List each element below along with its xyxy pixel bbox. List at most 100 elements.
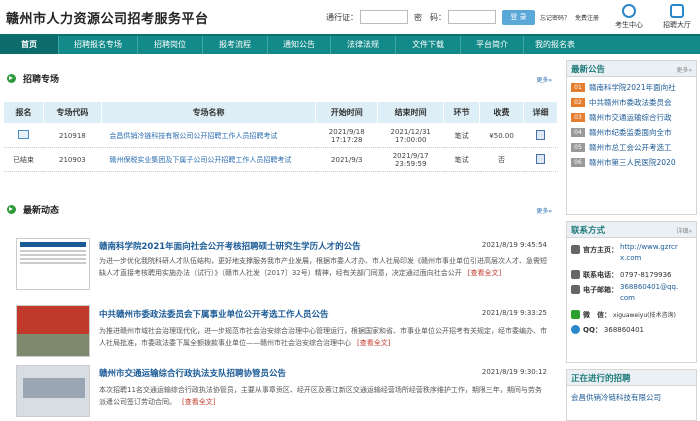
- edit-icon[interactable]: [17, 130, 29, 139]
- notice-text[interactable]: 赣州市第三人民医院2020: [589, 157, 676, 168]
- notice-text[interactable]: 赣州市纪委监委面向全市: [589, 127, 672, 138]
- register-link[interactable]: 免费注册: [575, 13, 599, 22]
- notice-item[interactable]: 05 赣州市总工会公开考选工: [567, 140, 696, 155]
- contact-wechat: 微 信： xiguaweiyu(技术咨询): [567, 307, 696, 322]
- nav-positions[interactable]: 招聘岗位: [138, 36, 202, 54]
- qq-label: QQ：: [583, 325, 602, 334]
- recruit-hall-label: 招聘大厅: [663, 21, 691, 29]
- home-icon: [571, 245, 580, 254]
- news-thumbnail[interactable]: [16, 365, 90, 417]
- nav-downloads[interactable]: 文件下载: [396, 36, 460, 54]
- phone-value: 0797-8179936: [620, 270, 672, 279]
- recruit-section-header: 招聘专场 更多»: [3, 68, 560, 88]
- end-cell: 2021/12/31 17:00:00: [377, 123, 444, 148]
- detail-cell: [523, 147, 558, 172]
- notice-text[interactable]: 赣南科学院2021年面向社: [589, 82, 676, 93]
- read-more-link[interactable]: [查看全文]: [357, 339, 390, 347]
- start-cell: 2021/9/18 17:17:28: [315, 123, 378, 148]
- pass-input[interactable]: [360, 10, 408, 24]
- code-cell: 210918: [43, 123, 102, 148]
- th-stage: 环节: [443, 101, 481, 124]
- phone-icon: [571, 270, 580, 279]
- notice-number: 06: [571, 158, 585, 167]
- notice-title: 最新公告: [571, 64, 606, 75]
- nav-home[interactable]: 首页: [0, 36, 58, 54]
- play-icon: [7, 204, 16, 214]
- news-section-title: 最新动态: [23, 205, 60, 216]
- wechat-icon: [571, 310, 580, 319]
- login-button[interactable]: 登 录: [502, 9, 535, 25]
- notice-header: 最新公告 更多»: [567, 61, 696, 77]
- contact-title: 联系方式: [571, 225, 606, 236]
- contact-box: 联系方式 详细» 官方主页： http://www.gzrcrx.com 联系电…: [566, 221, 697, 363]
- nav-notices[interactable]: 通知公告: [268, 36, 330, 54]
- site-link[interactable]: http://www.gzrcrx.com: [620, 242, 682, 264]
- news-desc-text: 本次招聘11名交通运输综合行政执法协管员，主要从事章贡区、经开区及蓉江新区交通运…: [99, 386, 542, 406]
- news-thumbnail[interactable]: [16, 305, 90, 357]
- recruit-name-link[interactable]: 赣州保税实业集团及下属子公司公开招聘工作人员招聘考试: [101, 147, 316, 172]
- news-desc: 为进一步优化我院科研人才队伍结构，更好地支撑服务我市产业发展，根据市委人才办、市…: [99, 255, 547, 279]
- read-more-link[interactable]: [查看全文]: [182, 398, 215, 406]
- document-icon[interactable]: [536, 129, 545, 140]
- table-row: 210918 会昌供销冷链科技有限公司公开招聘工作人员招聘考试 2021/9/1…: [3, 123, 558, 148]
- notice-number: 03: [571, 113, 585, 122]
- recruit-name-link[interactable]: 会昌供销冷链科技有限公司公开招聘工作人员招聘考试: [101, 123, 316, 148]
- notice-more-link[interactable]: 更多»: [676, 65, 692, 74]
- th-detail: 详细: [523, 101, 558, 124]
- forgot-link[interactable]: 忘记密码？: [540, 13, 570, 22]
- detail-cell: [523, 123, 558, 148]
- notice-item[interactable]: 03 赣州市交通运输综合行政: [567, 110, 696, 125]
- ongoing-item-link[interactable]: 会昌供销冷链科技有限公司: [567, 386, 696, 409]
- latest-notice-box: 最新公告 更多» 01 赣南科学院2021年面向社 02 中共赣州市委政法委员会 0…: [566, 60, 697, 215]
- code-cell: 210903: [43, 147, 102, 172]
- news-thumbnail[interactable]: [16, 238, 90, 290]
- stage-cell: 笔试: [443, 147, 480, 172]
- notice-number: 01: [571, 83, 585, 92]
- nav-about[interactable]: 平台简介: [461, 36, 523, 54]
- table-header: 报名 专场代码 专场名称 开始时间 结束时间 环节 收费 详细: [3, 101, 558, 124]
- recruit-section-title: 招聘专场: [23, 74, 60, 85]
- recruit-more-link[interactable]: 更多»: [536, 75, 552, 84]
- candidate-center[interactable]: 考生中心: [612, 4, 646, 30]
- notice-text[interactable]: 赣州市交通运输综合行政: [589, 112, 672, 123]
- wechat-label: 微 信：: [583, 310, 611, 319]
- th-fee: 收费: [479, 101, 524, 124]
- ongoing-header: 正在进行的招聘: [567, 370, 696, 386]
- notice-number: 02: [571, 98, 585, 107]
- nav-recruit-special[interactable]: 招聘报名专场: [59, 36, 137, 54]
- fee-cell: ¥50.00: [479, 123, 524, 148]
- contact-more-link[interactable]: 详细»: [676, 226, 692, 235]
- user-icon: [622, 4, 636, 18]
- password-input[interactable]: [448, 10, 496, 24]
- read-more-link[interactable]: [查看全文]: [468, 269, 501, 277]
- notice-item[interactable]: 02 中共赣州市委政法委员会: [567, 95, 696, 110]
- notice-item[interactable]: 04 赣州市纪委监委面向全市: [567, 125, 696, 140]
- header: 赣州市人力资源公司招考服务平台 通行证： 密 码： 登 录 忘记密码？ 免费注册…: [0, 0, 700, 34]
- nav-laws[interactable]: 法律法规: [331, 36, 395, 54]
- site-title: 赣州市人力资源公司招考服务平台: [6, 12, 209, 27]
- email-link[interactable]: 368860401@qq.com: [620, 282, 682, 304]
- recruit-hall[interactable]: 招聘大厅: [660, 4, 694, 30]
- th-start: 开始时间: [315, 101, 379, 124]
- pwd-label: 密 码：: [414, 12, 446, 22]
- news-date: 2021/8/19 9:30:12: [481, 368, 547, 376]
- notice-item[interactable]: 01 赣南科学院2021年面向社: [567, 80, 696, 95]
- notice-text[interactable]: 中共赣州市委政法委员会: [589, 97, 672, 108]
- play-icon: [7, 73, 16, 83]
- notice-text[interactable]: 赣州市总工会公开考选工: [589, 142, 672, 153]
- email-icon: [571, 285, 580, 294]
- news-title-link[interactable]: 中共赣州市委政法委员会下属事业单位公开考选工作人员公告: [99, 308, 329, 320]
- news-title-link[interactable]: 赣南科学院2021年面向社会公开考核招聘硕士研究生学历人才的公告: [99, 240, 361, 252]
- document-icon[interactable]: [536, 153, 545, 164]
- news-desc: 本次招聘11名交通运输综合行政执法协管员，主要从事章贡区、经开区及蓉江新区交通运…: [99, 384, 547, 408]
- notice-item[interactable]: 06 赣州市第三人民医院2020: [567, 155, 696, 170]
- fee-cell: 否: [479, 147, 524, 172]
- news-more-link[interactable]: 更多»: [536, 206, 552, 215]
- start-cell: 2021/9/3: [315, 147, 378, 172]
- contact-email: 电子邮箱： 368860401@qq.com: [567, 282, 696, 307]
- news-title-link[interactable]: 赣州市交通运输综合行政执法支队招聘协管员公告: [99, 367, 286, 379]
- nav-process[interactable]: 报考流程: [203, 36, 267, 54]
- stage-cell: 笔试: [443, 123, 480, 148]
- contact-qq: QQ： 368860401: [567, 322, 696, 337]
- nav-my-application[interactable]: 我的报名表: [524, 36, 586, 54]
